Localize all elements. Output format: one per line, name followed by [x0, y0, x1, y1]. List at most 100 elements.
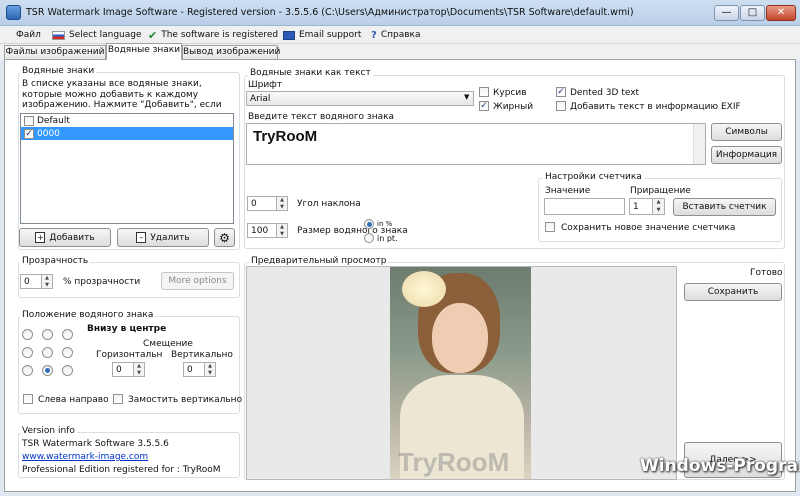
font-label: Шрифт	[248, 80, 283, 90]
italic-label: Курсив	[493, 88, 527, 98]
face-shape	[432, 303, 488, 373]
unit-percent-label: in %	[377, 220, 393, 228]
transparency-unit-label: % прозрачности	[63, 277, 141, 287]
counter-increment-spinner[interactable]: ▲ ▼	[653, 198, 665, 215]
transparency-input[interactable]: 0	[20, 274, 42, 289]
position-radio-top-right[interactable]	[62, 329, 73, 340]
counter-value-label: Значение	[545, 186, 591, 196]
angle-label: Угол наклона	[297, 199, 361, 209]
offset-label: Смещение	[143, 339, 193, 349]
watermark-list[interactable]: Default ✓ 0000	[20, 113, 234, 224]
position-group-label: Положение водяного знака	[20, 310, 156, 320]
more-options-button[interactable]: More options	[161, 272, 234, 290]
vertical-offset-input[interactable]: 0	[183, 362, 205, 377]
counter-increment-input[interactable]: 1	[629, 198, 653, 215]
tab-watermarks[interactable]: Водяные знаки	[106, 43, 182, 60]
save-preview-button[interactable]: Сохранить	[684, 283, 782, 301]
size-spinner[interactable]: ▲ ▼	[277, 223, 288, 238]
horizontal-offset-spinner[interactable]: ▲ ▼	[134, 362, 145, 377]
unit-percent-radio[interactable]	[364, 219, 374, 229]
counter-value-input[interactable]	[544, 198, 625, 215]
settings-button[interactable]: ⚙	[214, 228, 235, 247]
chevron-down-icon: ▼	[464, 93, 470, 101]
delete-watermark-button[interactable]: – Удалить	[117, 228, 209, 247]
enter-text-label: Введите текст водяного знака	[248, 112, 395, 122]
preview-group-label: Предварительный просмотр	[249, 256, 389, 266]
tile-vertical-checkbox[interactable]	[113, 394, 123, 404]
exif-label: Добавить текст в информацию EXIF	[570, 102, 741, 112]
watermarks-group-label: Водяные знаки	[20, 66, 97, 76]
menu-email-support[interactable]: Email support	[283, 28, 361, 42]
angle-spinner[interactable]: ▲ ▼	[277, 196, 288, 211]
angle-input[interactable]: 0	[247, 196, 277, 211]
list-item-label: Default	[37, 115, 70, 126]
transparency-spinner[interactable]: ▲ ▼	[42, 274, 53, 289]
flag-icon	[52, 30, 65, 40]
position-radio-middle-left[interactable]	[22, 347, 33, 358]
position-radio-bottom-center[interactable]	[42, 365, 53, 376]
add-watermark-button[interactable]: + Добавить	[19, 228, 111, 247]
position-radio-middle-center[interactable]	[42, 347, 53, 358]
menu-registered[interactable]: ✔ The software is registered	[148, 28, 278, 42]
rtl-label: Слева направо	[38, 395, 109, 405]
tab-image-files[interactable]: Файлы изображений	[4, 45, 106, 60]
list-item-checkbox[interactable]	[24, 115, 34, 126]
vertical-offset-spinner[interactable]: ▲ ▼	[205, 362, 216, 377]
watermark-text-value: TryRooM	[253, 128, 318, 145]
site-watermark-overlay: Windows-Program	[640, 456, 800, 476]
font-select[interactable]: Arial	[246, 91, 474, 106]
tab-image-output[interactable]: Вывод изображений	[182, 45, 280, 60]
text-scrollbar[interactable]	[693, 124, 705, 164]
bold-checkbox[interactable]: ✓	[479, 101, 489, 111]
save-counter-checkbox[interactable]	[545, 222, 555, 232]
flower-shape	[402, 271, 446, 307]
preview-image: TryRooM	[390, 267, 531, 479]
menu-help[interactable]: ? Справка	[371, 28, 420, 42]
position-radio-top-left[interactable]	[22, 329, 33, 340]
list-item[interactable]: ✓ 0000	[21, 127, 233, 140]
horizontal-offset-label: Горизонтальн	[96, 350, 163, 360]
vertical-offset-label: Вертикально	[171, 350, 233, 360]
close-button[interactable]: ✕	[766, 5, 796, 21]
info-button[interactable]: Информация	[711, 146, 782, 164]
add-watermark-label: Добавить	[49, 232, 95, 243]
position-radio-bottom-left[interactable]	[22, 365, 33, 376]
add-icon: +	[35, 232, 46, 243]
help-icon: ?	[371, 29, 377, 41]
list-item-checkbox[interactable]: ✓	[24, 128, 34, 139]
checkmark-icon: ✔	[148, 28, 158, 42]
counter-group-label: Настройки счетчика	[543, 172, 644, 182]
watermark-text-input[interactable]: TryRooM	[246, 123, 706, 165]
exif-checkbox[interactable]	[556, 101, 566, 111]
counter-increment-label: Приращение	[630, 186, 691, 196]
minimize-button[interactable]: —	[714, 5, 739, 21]
symbols-button[interactable]: Символы	[711, 123, 782, 141]
menu-select-language[interactable]: Select language	[52, 28, 142, 42]
gear-icon: ⚙	[219, 230, 230, 245]
position-radio-top-center[interactable]	[42, 329, 53, 340]
menu-file[interactable]: Файл	[16, 28, 41, 42]
version-info-label: Version info	[20, 426, 77, 436]
preview-status: Готово	[750, 268, 783, 278]
dented-3d-checkbox[interactable]: ✓	[556, 87, 566, 97]
unit-pt-radio[interactable]	[364, 233, 374, 243]
position-radio-bottom-right[interactable]	[62, 365, 73, 376]
tile-vertical-label: Замостить вертикально	[128, 395, 243, 405]
save-counter-label: Сохранить новое значение счетчика	[561, 223, 736, 233]
unit-pt-label: in pt.	[377, 234, 398, 243]
italic-checkbox[interactable]	[479, 87, 489, 97]
rtl-checkbox[interactable]	[23, 394, 33, 404]
font-select-value: Arial	[250, 93, 271, 104]
registration-line: Professional Edition registered for : Tr…	[22, 465, 221, 475]
website-link[interactable]: www.watermark-image.com	[22, 452, 148, 462]
preview-watermark-text: TryRooM	[398, 447, 510, 477]
envelope-icon	[283, 30, 295, 40]
position-radio-middle-right[interactable]	[62, 347, 73, 358]
position-current-label: Внизу в центре	[87, 324, 167, 334]
size-input[interactable]: 100	[247, 223, 277, 238]
list-item[interactable]: Default	[21, 114, 233, 127]
horizontal-offset-input[interactable]: 0	[112, 362, 134, 377]
insert-counter-button[interactable]: Вставить счетчик	[673, 198, 776, 216]
app-icon	[6, 5, 21, 20]
maximize-button[interactable]: □	[740, 5, 765, 21]
